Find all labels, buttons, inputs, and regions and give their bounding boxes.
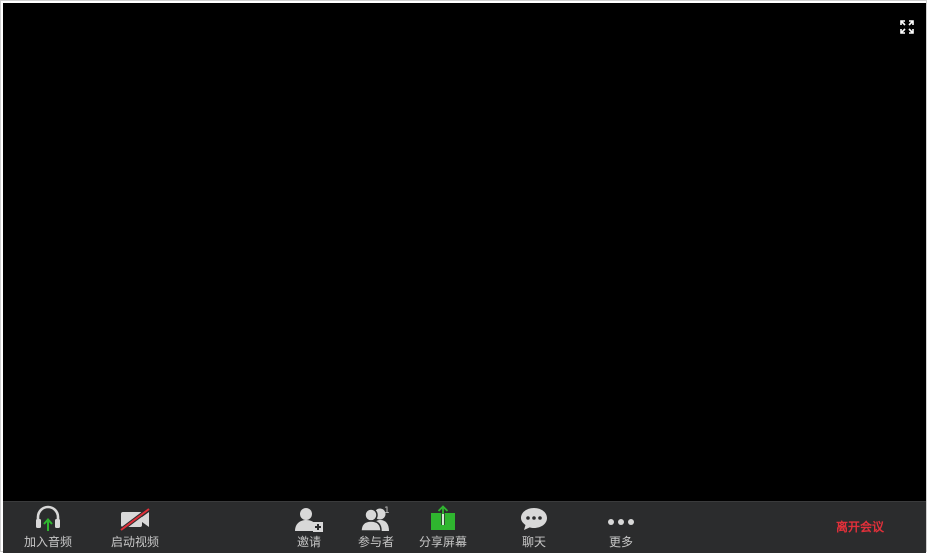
fullscreen-icon[interactable] <box>899 19 915 35</box>
video-off-icon <box>115 502 155 532</box>
chat-button[interactable]: 聊天 <box>514 502 554 554</box>
share-screen-icon <box>423 502 463 532</box>
join-audio-label: 加入音频 <box>23 535 72 549</box>
join-audio-button[interactable]: 加入音频 <box>22 502 74 554</box>
participants-label: 参与者 <box>357 535 394 549</box>
start-video-button[interactable]: 启动视频 <box>107 502 163 554</box>
headphones-icon <box>28 502 68 532</box>
share-screen-button[interactable]: 分享屏幕 <box>417 502 469 554</box>
chat-icon <box>514 502 554 532</box>
add-user-icon <box>289 502 329 532</box>
share-screen-label: 分享屏幕 <box>418 535 467 549</box>
participants-icon <box>356 502 396 532</box>
participants-count-badge: 1 <box>384 506 390 516</box>
more-button[interactable]: 更多 <box>601 502 641 554</box>
more-label: 更多 <box>608 535 633 549</box>
video-area <box>3 3 926 501</box>
more-icon <box>601 502 641 532</box>
start-video-label: 启动视频 <box>110 535 159 549</box>
participants-button[interactable]: 1 参与者 <box>354 502 398 554</box>
meeting-toolbar: 加入音频 启动视频 邀请 1 参与者 分享屏幕 聊天 更多 离开会议 <box>3 501 926 553</box>
chat-label: 聊天 <box>521 535 546 549</box>
invite-button[interactable]: 邀请 <box>289 502 329 554</box>
leave-meeting-button[interactable]: 离开会议 <box>836 518 884 535</box>
invite-label: 邀请 <box>296 535 321 549</box>
meeting-window: 加入音频 启动视频 邀请 1 参与者 分享屏幕 聊天 更多 离开会议 <box>0 0 927 553</box>
